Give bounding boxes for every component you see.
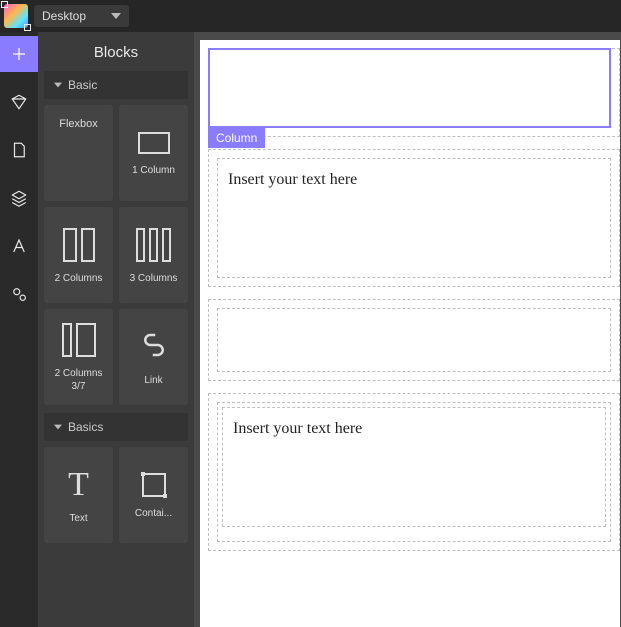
block-1-column[interactable]: 1 Column — [119, 105, 188, 201]
caret-down-icon — [54, 81, 62, 89]
block-2-columns[interactable]: 2 Columns — [44, 207, 113, 303]
diamond-icon — [10, 93, 28, 111]
three-columns-icon — [136, 228, 171, 262]
rail-text-button[interactable] — [0, 228, 38, 264]
block-flexbox[interactable]: Flexbox — [44, 105, 113, 201]
canvas-column[interactable]: Insert your text here — [217, 402, 611, 542]
caret-down-icon — [111, 13, 121, 19]
category-grid-basics: T Text Contai... — [44, 447, 188, 543]
selected-column[interactable]: Column — [208, 48, 611, 128]
two-columns-3-7-icon — [62, 323, 96, 357]
block-2-columns-3-7[interactable]: 2 Columns 3/7 — [44, 309, 113, 405]
text-icon: T — [68, 468, 89, 502]
block-label: Text — [69, 512, 87, 525]
block-text[interactable]: T Text — [44, 447, 113, 543]
container-icon — [142, 473, 166, 497]
block-container[interactable]: Contai... — [119, 447, 188, 543]
text-placeholder[interactable]: Insert your text here — [224, 165, 604, 195]
block-label: Link — [144, 374, 162, 387]
rail-add-button[interactable] — [0, 36, 38, 72]
canvas-wrap: Column Insert your text here Insert your… — [194, 32, 621, 627]
canvas-row[interactable]: Insert your text here — [208, 149, 620, 287]
device-select-label: Desktop — [42, 9, 86, 23]
layers-icon — [10, 189, 28, 207]
device-select[interactable]: Desktop — [34, 5, 129, 27]
column-icon — [138, 132, 170, 154]
letter-a-icon — [10, 237, 28, 255]
page-icon — [10, 141, 28, 159]
topbar: Desktop — [0, 0, 621, 32]
tool-rail — [0, 32, 38, 627]
canvas-row[interactable] — [208, 299, 620, 381]
panel-title: Blocks — [38, 32, 194, 71]
canvas-column[interactable]: Insert your text here — [217, 158, 611, 278]
block-link[interactable]: Link — [119, 309, 188, 405]
plus-icon — [10, 45, 28, 63]
block-label: 2 Columns 3/7 — [48, 367, 109, 393]
category-label: Basic — [68, 78, 97, 92]
block-label: Flexbox — [59, 117, 98, 131]
app-logo-icon — [4, 4, 28, 28]
panel-scroll[interactable]: Basic Flexbox 1 Column 2 Columns 3 Colum… — [38, 71, 194, 627]
block-3-columns[interactable]: 3 Columns — [119, 207, 188, 303]
rail-diamond-button[interactable] — [0, 84, 38, 120]
block-label: 1 Column — [132, 164, 175, 177]
block-label: 2 Columns — [55, 272, 103, 285]
canvas-column[interactable] — [217, 308, 611, 372]
caret-down-icon — [54, 423, 62, 431]
block-label: 3 Columns — [130, 272, 178, 285]
gears-icon — [10, 285, 28, 303]
main: Blocks Basic Flexbox 1 Column 2 Columns — [0, 32, 621, 627]
rail-page-button[interactable] — [0, 132, 38, 168]
category-label: Basics — [68, 420, 103, 434]
category-header-basic[interactable]: Basic — [44, 71, 188, 99]
selection-badge[interactable]: Column — [208, 128, 265, 148]
canvas-row[interactable]: Column — [208, 48, 620, 137]
rail-layers-button[interactable] — [0, 180, 38, 216]
rail-settings-button[interactable] — [0, 276, 38, 312]
link-icon — [139, 330, 169, 364]
text-placeholder[interactable]: Insert your text here — [229, 414, 599, 444]
canvas[interactable]: Column Insert your text here Insert your… — [200, 40, 620, 627]
category-header-basics[interactable]: Basics — [44, 413, 188, 441]
category-grid-basic: Flexbox 1 Column 2 Columns 3 Columns 2 C… — [44, 105, 188, 405]
two-columns-icon — [63, 228, 95, 262]
canvas-nested-column[interactable]: Insert your text here — [222, 407, 606, 527]
blocks-panel: Blocks Basic Flexbox 1 Column 2 Columns — [38, 32, 194, 627]
canvas-row[interactable]: Insert your text here — [208, 393, 620, 551]
block-label: Contai... — [135, 507, 172, 520]
